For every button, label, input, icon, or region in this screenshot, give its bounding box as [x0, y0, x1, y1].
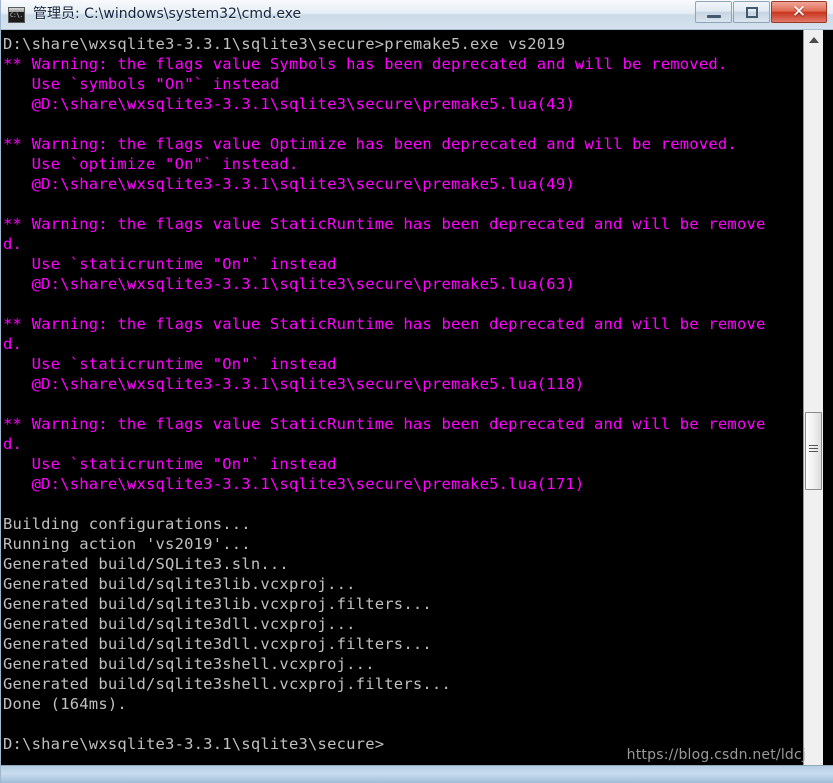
console-output[interactable]: D:\share\wxsqlite3-3.3.1\sqlite3\secure>… — [1, 30, 803, 765]
console-window: C:\. 管理员: C:\windows\system32\cmd.exe ✕ … — [0, 0, 833, 783]
console-line: d. — [3, 335, 23, 353]
console-line: ** Warning: the flags value StaticRuntim… — [3, 415, 766, 433]
window-bottom-frame — [1, 765, 833, 783]
console-line: @D:\share\wxsqlite3-3.3.1\sqlite3\secure… — [3, 375, 585, 393]
console-line: Use `staticruntime "On"` instead — [3, 355, 337, 373]
console-line: ** Warning: the flags value Symbols has … — [3, 55, 728, 73]
console-line: Generated build/sqlite3dll.vcxproj... — [3, 615, 356, 633]
close-button[interactable]: ✕ — [771, 1, 827, 23]
console-line: Generated build/SQLite3.sln... — [3, 555, 289, 573]
console-line: ** Warning: the flags value Optimize has… — [3, 135, 737, 153]
console-line: Building configurations... — [3, 515, 251, 533]
console-line: @D:\share\wxsqlite3-3.3.1\sqlite3\secure… — [3, 275, 575, 293]
cmd-console-icon: C:\. — [8, 7, 25, 23]
console-line: @D:\share\wxsqlite3-3.3.1\sqlite3\secure… — [3, 175, 575, 193]
minimize-icon — [707, 15, 721, 18]
minimize-button[interactable] — [695, 1, 732, 23]
console-line: Use `staticruntime "On"` instead — [3, 455, 337, 473]
console-line: d. — [3, 235, 23, 253]
console-line: @D:\share\wxsqlite3-3.3.1\sqlite3\secure… — [3, 475, 585, 493]
scroll-thumb-grip — [809, 445, 818, 456]
scroll-track-lower[interactable] — [804, 490, 823, 765]
console-line: @D:\share\wxsqlite3-3.3.1\sqlite3\secure… — [3, 95, 575, 113]
console-line: Generated build/sqlite3shell.vcxproj.fil… — [3, 675, 451, 693]
console-line: Generated build/sqlite3lib.vcxproj.filte… — [3, 595, 432, 613]
maximize-button[interactable] — [733, 1, 770, 23]
console-line: Done (164ms). — [3, 695, 127, 713]
console-line: Use `optimize "On"` instead. — [3, 155, 299, 173]
cmd-icon-label: C:\. — [10, 12, 23, 19]
console-line: ** Warning: the flags value StaticRuntim… — [3, 315, 766, 333]
console-line: D:\share\wxsqlite3-3.3.1\sqlite3\secure>… — [3, 35, 566, 53]
console-line: Generated build/sqlite3lib.vcxproj... — [3, 575, 356, 593]
scroll-up-arrow[interactable] — [804, 30, 823, 48]
maximize-icon — [746, 7, 758, 18]
console-line: Running action 'vs2019'... — [3, 535, 251, 553]
console-line: Use `staticruntime "On"` instead — [3, 255, 337, 273]
scroll-thumb[interactable] — [805, 412, 822, 490]
title-bar[interactable]: C:\. 管理员: C:\windows\system32\cmd.exe ✕ — [1, 0, 833, 30]
console-area[interactable]: D:\share\wxsqlite3-3.3.1\sqlite3\secure>… — [1, 30, 833, 765]
vertical-scrollbar[interactable] — [803, 30, 823, 765]
window-controls: ✕ — [695, 1, 828, 25]
watermark-url: https://blog.csdn.net/ldcj — [626, 747, 806, 763]
window-title: 管理员: C:\windows\system32\cmd.exe — [33, 6, 302, 22]
console-line: d. — [3, 435, 23, 453]
close-icon: ✕ — [791, 2, 807, 22]
console-line: Use `symbols "On"` instead — [3, 75, 280, 93]
console-line: ** Warning: the flags value StaticRuntim… — [3, 215, 766, 233]
console-line: Generated build/sqlite3shell.vcxproj... — [3, 655, 375, 673]
console-line: Generated build/sqlite3dll.vcxproj.filte… — [3, 635, 432, 653]
